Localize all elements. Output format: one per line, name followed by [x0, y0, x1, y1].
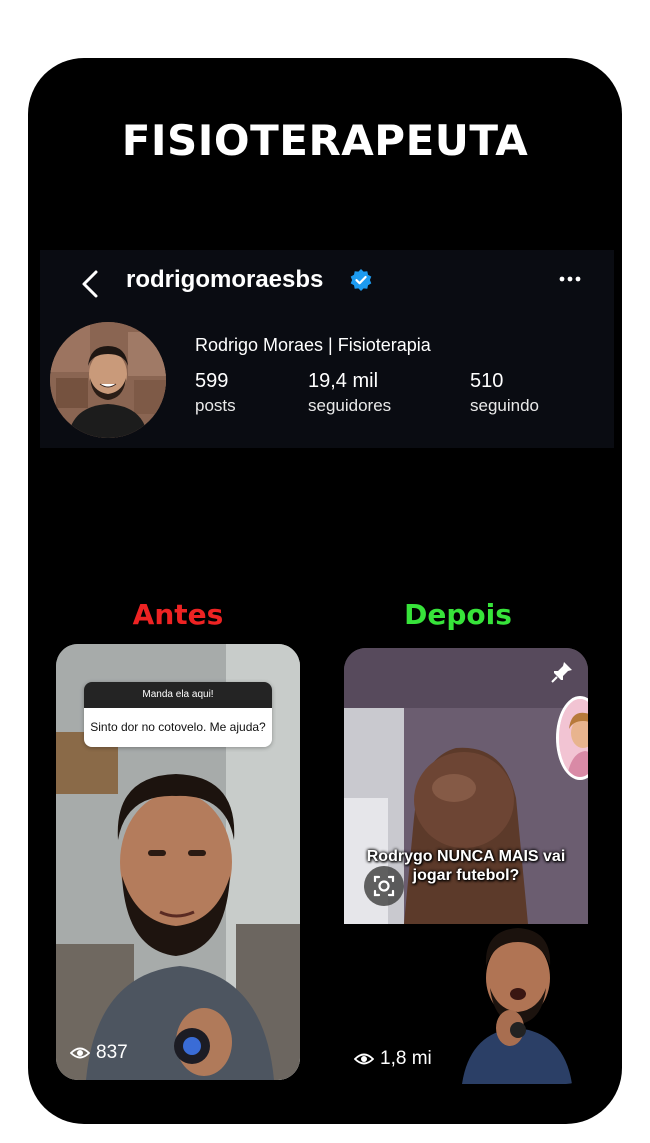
stat-following-label: seguindo — [470, 396, 540, 415]
stat-posts[interactable]: 599 posts — [195, 370, 236, 416]
eye-icon — [354, 1053, 374, 1065]
pin-icon — [551, 662, 572, 683]
question-sticker: Manda ela aqui! Sinto dor no cotovelo. M… — [84, 682, 272, 747]
before-story-card[interactable]: Manda ela aqui! Sinto dor no cotovelo. M… — [56, 644, 300, 1080]
stat-posts-value: 599 — [195, 370, 229, 392]
more-options-icon[interactable] — [558, 272, 582, 286]
reel-caption-line1: Rodrygo NUNCA MAIS vai — [366, 848, 566, 865]
verified-badge-icon — [350, 269, 372, 291]
profile-username: rodrigomoraesbs — [126, 266, 324, 293]
avatar[interactable] — [50, 322, 166, 438]
after-views-count: 1,8 mi — [380, 1048, 432, 1069]
headline: FISIOTERAPEUTA — [121, 116, 529, 165]
before-label: Antes — [132, 598, 224, 631]
before-views-count: 837 — [96, 1042, 128, 1063]
profile-display-name: Rodrigo Moraes | Fisioterapia — [195, 335, 431, 355]
phone-frame: FISIOTERAPEUTA rodrigomoraesbs Rodrigo M… — [28, 58, 622, 1124]
stat-followers-label: seguidores — [308, 396, 392, 415]
question-sticker-text: Sinto dor no cotovelo. Me ajuda? — [84, 708, 272, 747]
eye-icon — [70, 1047, 90, 1059]
after-views: 1,8 mi — [354, 1048, 432, 1070]
stat-following[interactable]: 510 seguindo — [470, 370, 539, 416]
stat-followers[interactable]: 19,4 mil seguidores — [308, 370, 391, 416]
visual-search-icon[interactable] — [364, 866, 404, 906]
profile-header: rodrigomoraesbs Rodrigo Moraes | Fisiote… — [40, 250, 614, 448]
question-sticker-header: Manda ela aqui! — [84, 682, 272, 708]
before-views: 837 — [70, 1042, 128, 1064]
after-reel-card[interactable]: Rodrygo NUNCA MAIS vai jogar futebol? 1,… — [344, 648, 588, 1084]
stat-following-value: 510 — [470, 370, 504, 392]
after-label: Depois — [404, 598, 512, 631]
stat-posts-label: posts — [195, 396, 236, 415]
stat-followers-value: 19,4 mil — [308, 370, 379, 392]
back-arrow-icon[interactable] — [76, 264, 104, 304]
